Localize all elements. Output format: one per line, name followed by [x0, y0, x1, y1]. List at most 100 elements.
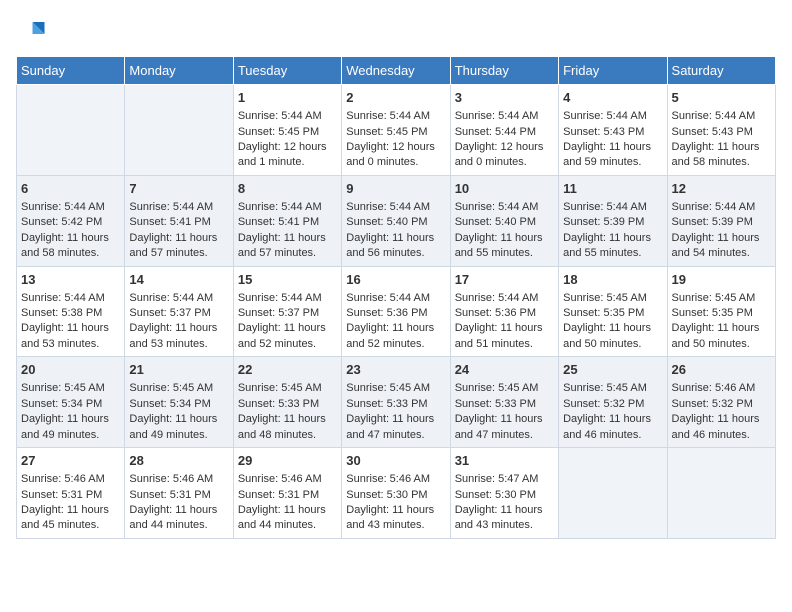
sunrise-text: Sunrise: 5:45 AM: [563, 381, 662, 396]
logo-icon: [16, 16, 46, 46]
sunset-text: Sunset: 5:45 PM: [238, 125, 337, 140]
sunset-text: Sunset: 5:39 PM: [563, 215, 662, 230]
daylight-text: Daylight: 11 hours and 58 minutes.: [672, 140, 771, 171]
sunset-text: Sunset: 5:35 PM: [672, 306, 771, 321]
calendar-cell: 25Sunrise: 5:45 AMSunset: 5:32 PMDayligh…: [559, 357, 667, 448]
day-number: 17: [455, 271, 554, 289]
sunset-text: Sunset: 5:35 PM: [563, 306, 662, 321]
sunrise-text: Sunrise: 5:45 AM: [129, 381, 228, 396]
sunset-text: Sunset: 5:34 PM: [21, 397, 120, 412]
sunset-text: Sunset: 5:37 PM: [238, 306, 337, 321]
daylight-text: Daylight: 11 hours and 50 minutes.: [563, 321, 662, 352]
sunrise-text: Sunrise: 5:44 AM: [238, 109, 337, 124]
daylight-text: Daylight: 11 hours and 59 minutes.: [563, 140, 662, 171]
calendar-cell: 23Sunrise: 5:45 AMSunset: 5:33 PMDayligh…: [342, 357, 450, 448]
calendar-cell: 31Sunrise: 5:47 AMSunset: 5:30 PMDayligh…: [450, 448, 558, 539]
calendar-cell: 30Sunrise: 5:46 AMSunset: 5:30 PMDayligh…: [342, 448, 450, 539]
day-number: 8: [238, 180, 337, 198]
daylight-text: Daylight: 11 hours and 58 minutes.: [21, 231, 120, 262]
sunset-text: Sunset: 5:36 PM: [346, 306, 445, 321]
sunset-text: Sunset: 5:42 PM: [21, 215, 120, 230]
sunset-text: Sunset: 5:43 PM: [672, 125, 771, 140]
calendar-cell: 6Sunrise: 5:44 AMSunset: 5:42 PMDaylight…: [17, 175, 125, 266]
calendar-cell: 15Sunrise: 5:44 AMSunset: 5:37 PMDayligh…: [233, 266, 341, 357]
day-number: 6: [21, 180, 120, 198]
daylight-text: Daylight: 11 hours and 55 minutes.: [455, 231, 554, 262]
sunrise-text: Sunrise: 5:44 AM: [238, 200, 337, 215]
sunset-text: Sunset: 5:41 PM: [238, 215, 337, 230]
daylight-text: Daylight: 11 hours and 51 minutes.: [455, 321, 554, 352]
daylight-text: Daylight: 12 hours and 0 minutes.: [346, 140, 445, 171]
sunrise-text: Sunrise: 5:46 AM: [21, 472, 120, 487]
daylight-text: Daylight: 11 hours and 56 minutes.: [346, 231, 445, 262]
day-number: 13: [21, 271, 120, 289]
day-number: 26: [672, 361, 771, 379]
sunset-text: Sunset: 5:31 PM: [21, 488, 120, 503]
calendar-week-row: 20Sunrise: 5:45 AMSunset: 5:34 PMDayligh…: [17, 357, 776, 448]
sunrise-text: Sunrise: 5:44 AM: [238, 291, 337, 306]
column-header-thursday: Thursday: [450, 57, 558, 85]
sunset-text: Sunset: 5:33 PM: [238, 397, 337, 412]
sunset-text: Sunset: 5:37 PM: [129, 306, 228, 321]
daylight-text: Daylight: 11 hours and 57 minutes.: [129, 231, 228, 262]
day-number: 31: [455, 452, 554, 470]
calendar-cell: 16Sunrise: 5:44 AMSunset: 5:36 PMDayligh…: [342, 266, 450, 357]
sunset-text: Sunset: 5:30 PM: [346, 488, 445, 503]
daylight-text: Daylight: 11 hours and 45 minutes.: [21, 503, 120, 534]
daylight-text: Daylight: 11 hours and 47 minutes.: [455, 412, 554, 443]
calendar-cell: 4Sunrise: 5:44 AMSunset: 5:43 PMDaylight…: [559, 85, 667, 176]
day-number: 29: [238, 452, 337, 470]
day-number: 15: [238, 271, 337, 289]
sunrise-text: Sunrise: 5:44 AM: [563, 109, 662, 124]
daylight-text: Daylight: 11 hours and 44 minutes.: [129, 503, 228, 534]
day-number: 7: [129, 180, 228, 198]
daylight-text: Daylight: 11 hours and 50 minutes.: [672, 321, 771, 352]
sunset-text: Sunset: 5:44 PM: [455, 125, 554, 140]
sunrise-text: Sunrise: 5:44 AM: [21, 291, 120, 306]
sunrise-text: Sunrise: 5:45 AM: [672, 291, 771, 306]
sunrise-text: Sunrise: 5:45 AM: [346, 381, 445, 396]
day-number: 16: [346, 271, 445, 289]
day-number: 20: [21, 361, 120, 379]
calendar-cell: 22Sunrise: 5:45 AMSunset: 5:33 PMDayligh…: [233, 357, 341, 448]
sunrise-text: Sunrise: 5:44 AM: [563, 200, 662, 215]
day-number: 4: [563, 89, 662, 107]
sunrise-text: Sunrise: 5:44 AM: [455, 109, 554, 124]
calendar-table: SundayMondayTuesdayWednesdayThursdayFrid…: [16, 56, 776, 539]
sunset-text: Sunset: 5:41 PM: [129, 215, 228, 230]
calendar-cell: 9 Sunrise: 5:44 AMSunset: 5:40 PMDaylight…: [342, 175, 450, 266]
sunrise-text: Sunrise: 5:44 AM: [129, 200, 228, 215]
sunrise-text: Sunrise: 5:46 AM: [672, 381, 771, 396]
sunrise-text: Sunrise: 5:46 AM: [129, 472, 228, 487]
sunset-text: Sunset: 5:38 PM: [21, 306, 120, 321]
sunset-text: Sunset: 5:32 PM: [672, 397, 771, 412]
sunset-text: Sunset: 5:40 PM: [346, 215, 445, 230]
daylight-text: Daylight: 11 hours and 49 minutes.: [21, 412, 120, 443]
daylight-text: Daylight: 11 hours and 53 minutes.: [129, 321, 228, 352]
sunrise-text: Sunrise: 5:44 AM: [346, 200, 445, 215]
sunset-text: Sunset: 5:32 PM: [563, 397, 662, 412]
sunrise-text: Sunrise: 5:44 AM: [129, 291, 228, 306]
calendar-cell: 26Sunrise: 5:46 AMSunset: 5:32 PMDayligh…: [667, 357, 775, 448]
daylight-text: Daylight: 11 hours and 47 minutes.: [346, 412, 445, 443]
sunrise-text: Sunrise: 5:45 AM: [563, 291, 662, 306]
calendar-cell: 2Sunrise: 5:44 AMSunset: 5:45 PMDaylight…: [342, 85, 450, 176]
sunrise-text: Sunrise: 5:44 AM: [346, 109, 445, 124]
logo: [16, 16, 50, 46]
sunset-text: Sunset: 5:45 PM: [346, 125, 445, 140]
calendar-cell: 1Sunrise: 5:44 AMSunset: 5:45 PMDaylight…: [233, 85, 341, 176]
day-number: 11: [563, 180, 662, 198]
sunset-text: Sunset: 5:33 PM: [455, 397, 554, 412]
sunrise-text: Sunrise: 5:44 AM: [672, 200, 771, 215]
column-header-wednesday: Wednesday: [342, 57, 450, 85]
sunset-text: Sunset: 5:33 PM: [346, 397, 445, 412]
calendar-cell: 7 Sunrise: 5:44 AMSunset: 5:41 PMDaylight…: [125, 175, 233, 266]
day-number: 25: [563, 361, 662, 379]
day-number: 19: [672, 271, 771, 289]
calendar-cell: [17, 85, 125, 176]
day-number: 27: [21, 452, 120, 470]
day-number: 9: [346, 180, 445, 198]
daylight-text: Daylight: 11 hours and 44 minutes.: [238, 503, 337, 534]
page-header: [16, 16, 776, 46]
calendar-cell: 3Sunrise: 5:44 AMSunset: 5:44 PMDaylight…: [450, 85, 558, 176]
